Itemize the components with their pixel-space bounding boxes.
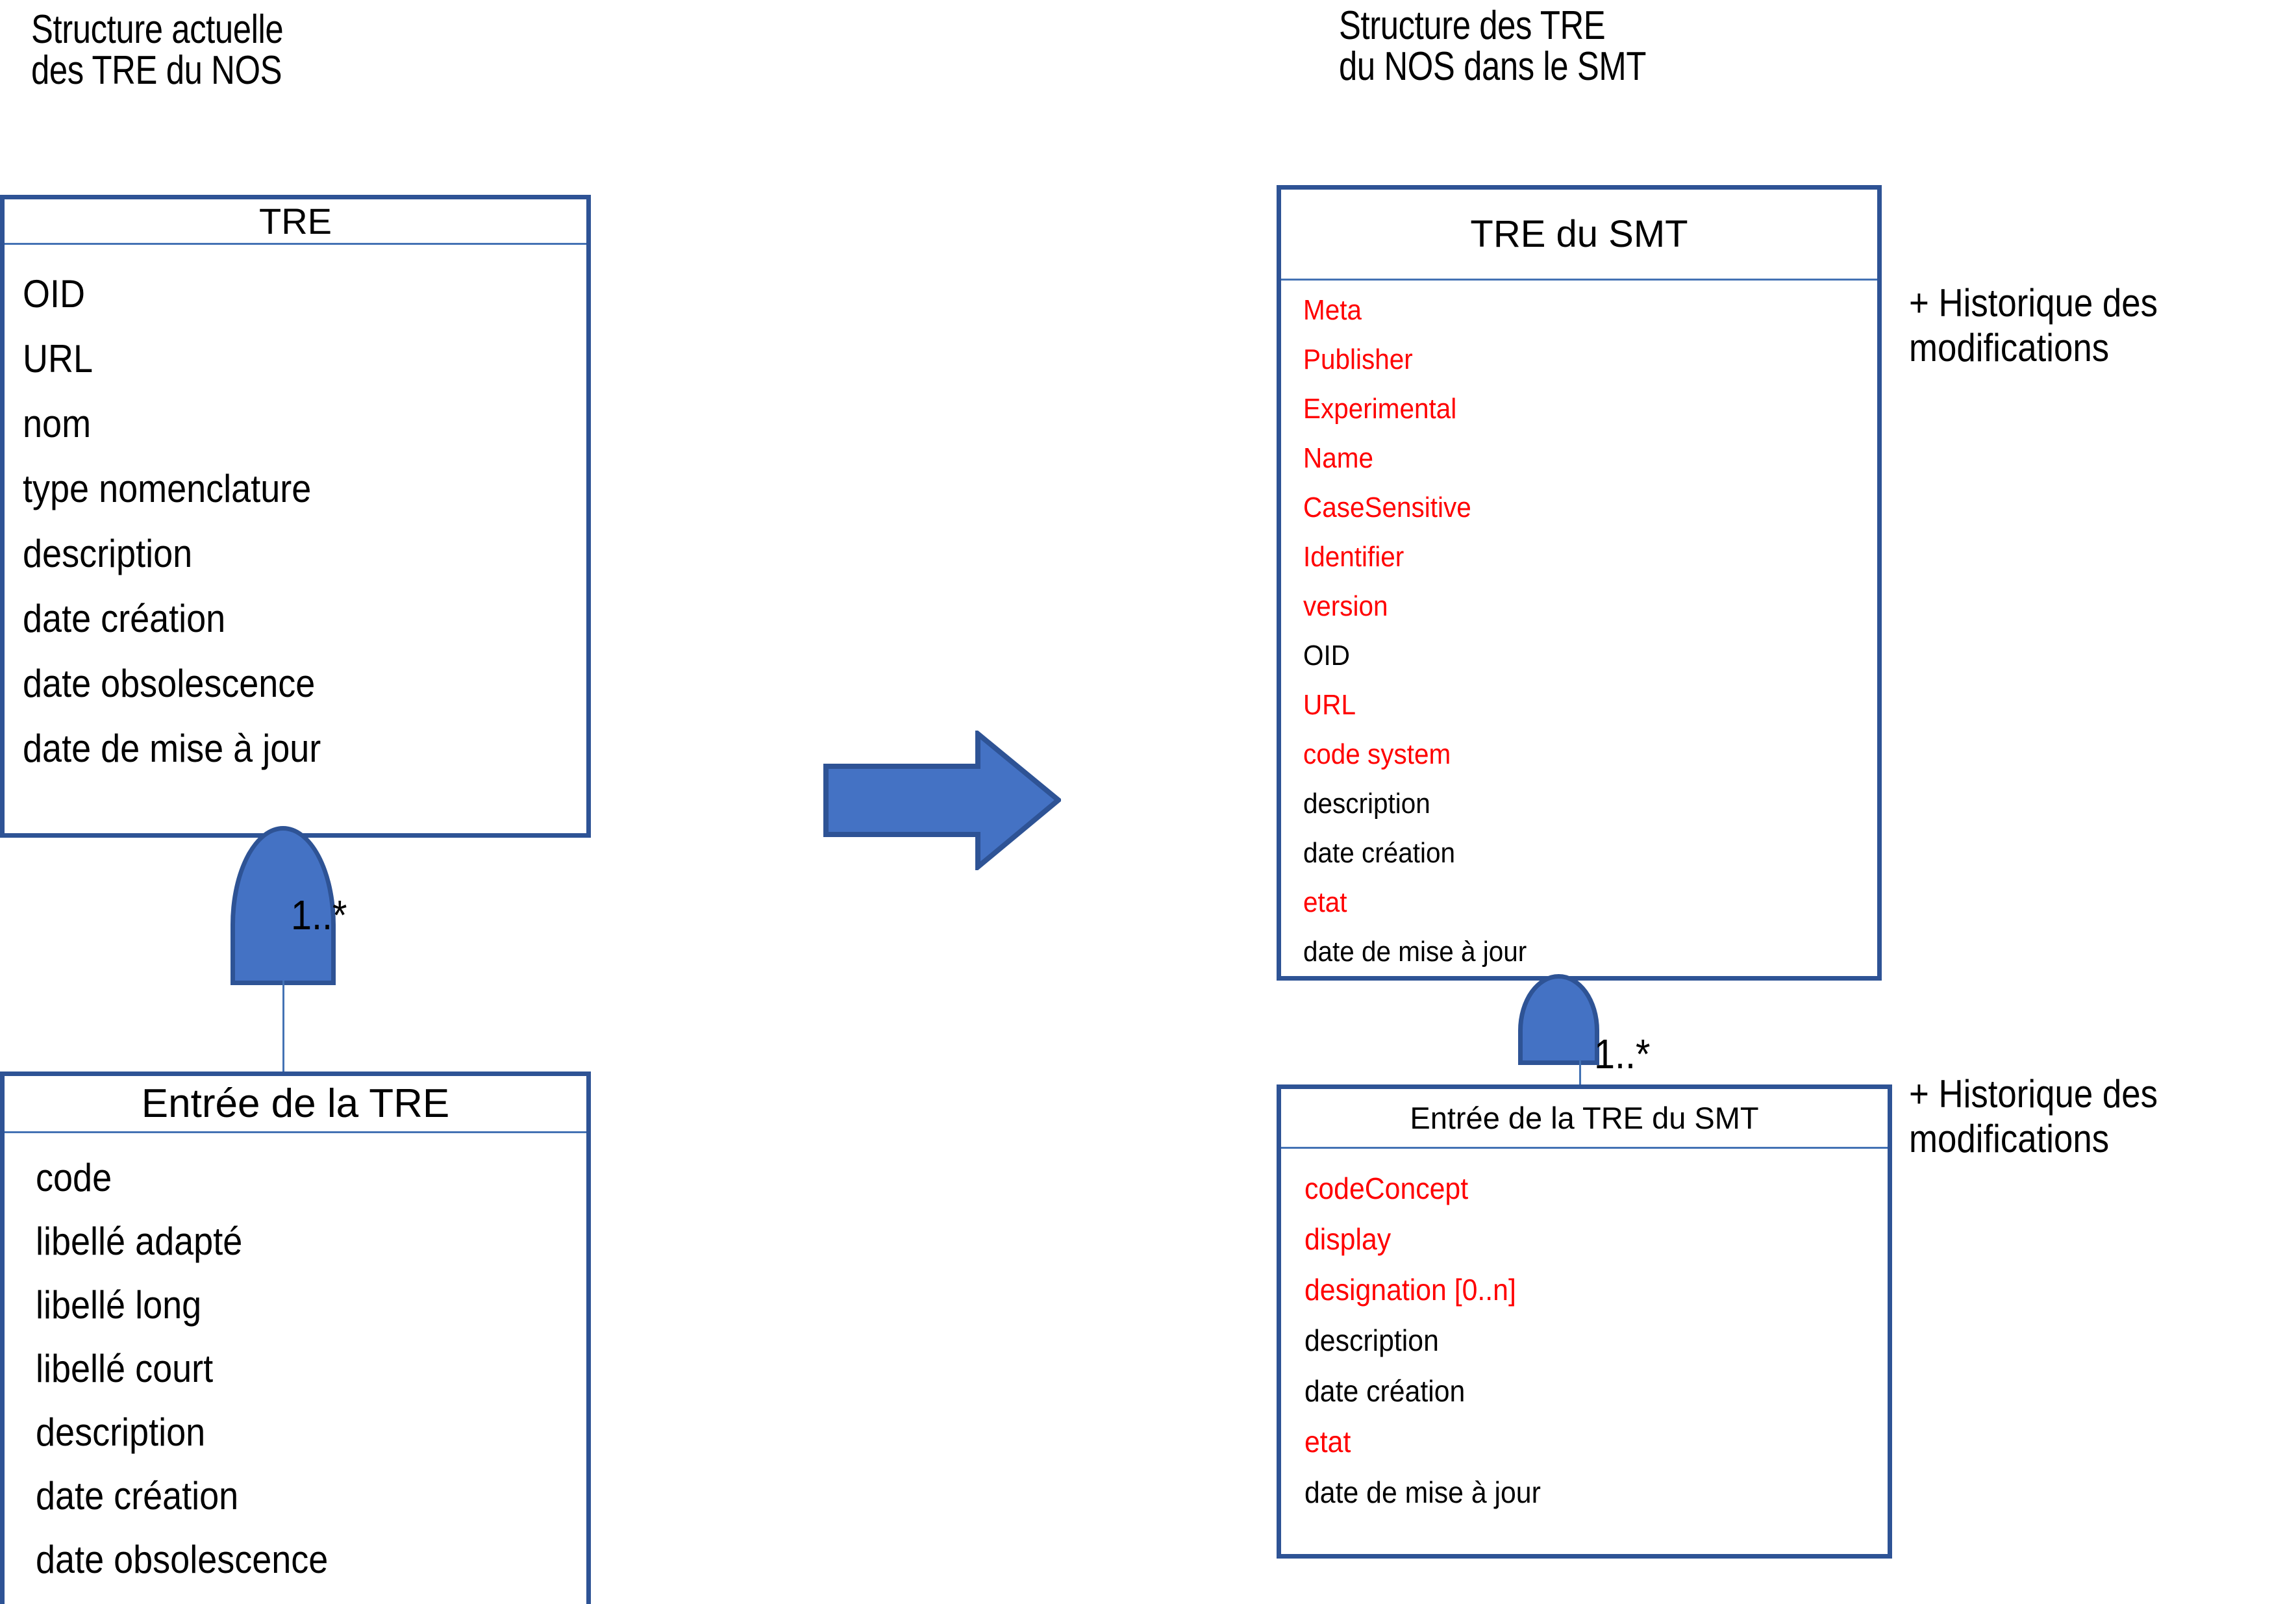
composition-diamond-right [1518,974,1599,1065]
attribute-list-entree-tre-smt: codeConcept display designation [0..n] desc… [1281,1149,1888,1518]
attribute-list-tre-smt: Meta Publisher Experimental Name CaseSensiti… [1281,281,1877,977]
attribute-row: type nomenclature [23,467,312,510]
attribute-row: libellé court [36,1347,214,1390]
left-structure-title: Structure actuelle des TRE du NOS [31,7,284,94]
multiplicity-label-right: 1..* [1594,1031,1651,1077]
attribute-row: date création [1303,837,1456,869]
multiplicity-label-left: 1..* [291,892,347,938]
attribute-row: nom [23,402,92,445]
attribute-row: date création [23,597,226,640]
attribute-row: date de mise à jour [36,1592,531,1604]
attribute-row: designation [0..n] [1304,1273,1516,1307]
attribute-row: date création [36,1474,239,1518]
attribute-row: date obsolescence [36,1538,329,1581]
composition-line-left [282,981,284,1075]
attribute-row: description [1303,788,1430,820]
class-title-tre-smt: TRE du SMT [1281,190,1877,281]
class-title-tre: TRE [5,199,586,245]
attribute-row: etat [1303,886,1347,918]
class-title-entree-tre: Entrée de la TRE [5,1076,586,1133]
attribute-list-tre: OID URL nom type nomenclature description dat… [5,245,586,781]
attribute-row: CaseSensitive [1303,492,1471,523]
attribute-row: Publisher [1303,344,1413,375]
attribute-row: URL [1303,689,1356,721]
attribute-row: Identifier [1303,541,1404,573]
attribute-row: date de mise à jour [23,727,321,770]
attribute-row: libellé long [36,1283,202,1327]
attribute-row: version [1303,590,1388,622]
attribute-row: description [1304,1323,1439,1357]
attribute-row: date création [1304,1374,1466,1408]
right-structure-title: Structure des TRE du NOS dans le SMT [1339,3,1646,90]
annotation-historique-top: + Historique des modifications [1909,281,2158,370]
attribute-row: OID [1303,640,1350,671]
attribute-row: date obsolescence [23,662,316,705]
attribute-row: codeConcept [1304,1172,1469,1205]
attribute-row: description [23,532,193,575]
attribute-row: URL [23,337,94,381]
attribute-row: code [36,1156,112,1199]
attribute-row: libellé adapté [36,1220,243,1263]
attribute-row: OID [23,272,86,316]
attribute-row: Experimental [1303,393,1457,425]
class-box-tre: TRE OID URL nom type nomenclature descriptio… [0,195,591,838]
diagram-canvas: Structure actuelle des TRE du NOS Struct… [0,0,2296,1604]
attribute-row: code system [1303,738,1451,770]
attribute-row: Meta [1303,294,1362,326]
attribute-list-entree-tre: code libellé adapté libellé long libellé co… [5,1133,586,1604]
transformation-arrow-icon [823,728,1063,873]
class-box-entree-tre-smt: Entrée de la TRE du SMT codeConcept displ… [1277,1084,1892,1559]
annotation-historique-bottom: + Historique des modifications [1909,1072,2158,1160]
attribute-row: Name [1303,442,1373,474]
class-box-entree-tre: Entrée de la TRE code libellé adapté libel… [0,1071,591,1604]
class-title-entree-tre-smt: Entrée de la TRE du SMT [1281,1089,1888,1149]
attribute-row: display [1304,1222,1391,1256]
attribute-row: description [36,1410,206,1454]
composition-line-right [1579,1060,1581,1087]
class-box-tre-smt: TRE du SMT Meta Publisher Experimental Name… [1277,185,1882,981]
attribute-row: date de mise à jour [1304,1475,1541,1509]
attribute-row: date de mise à jour [1303,936,1527,968]
attribute-row: etat [1304,1425,1351,1459]
